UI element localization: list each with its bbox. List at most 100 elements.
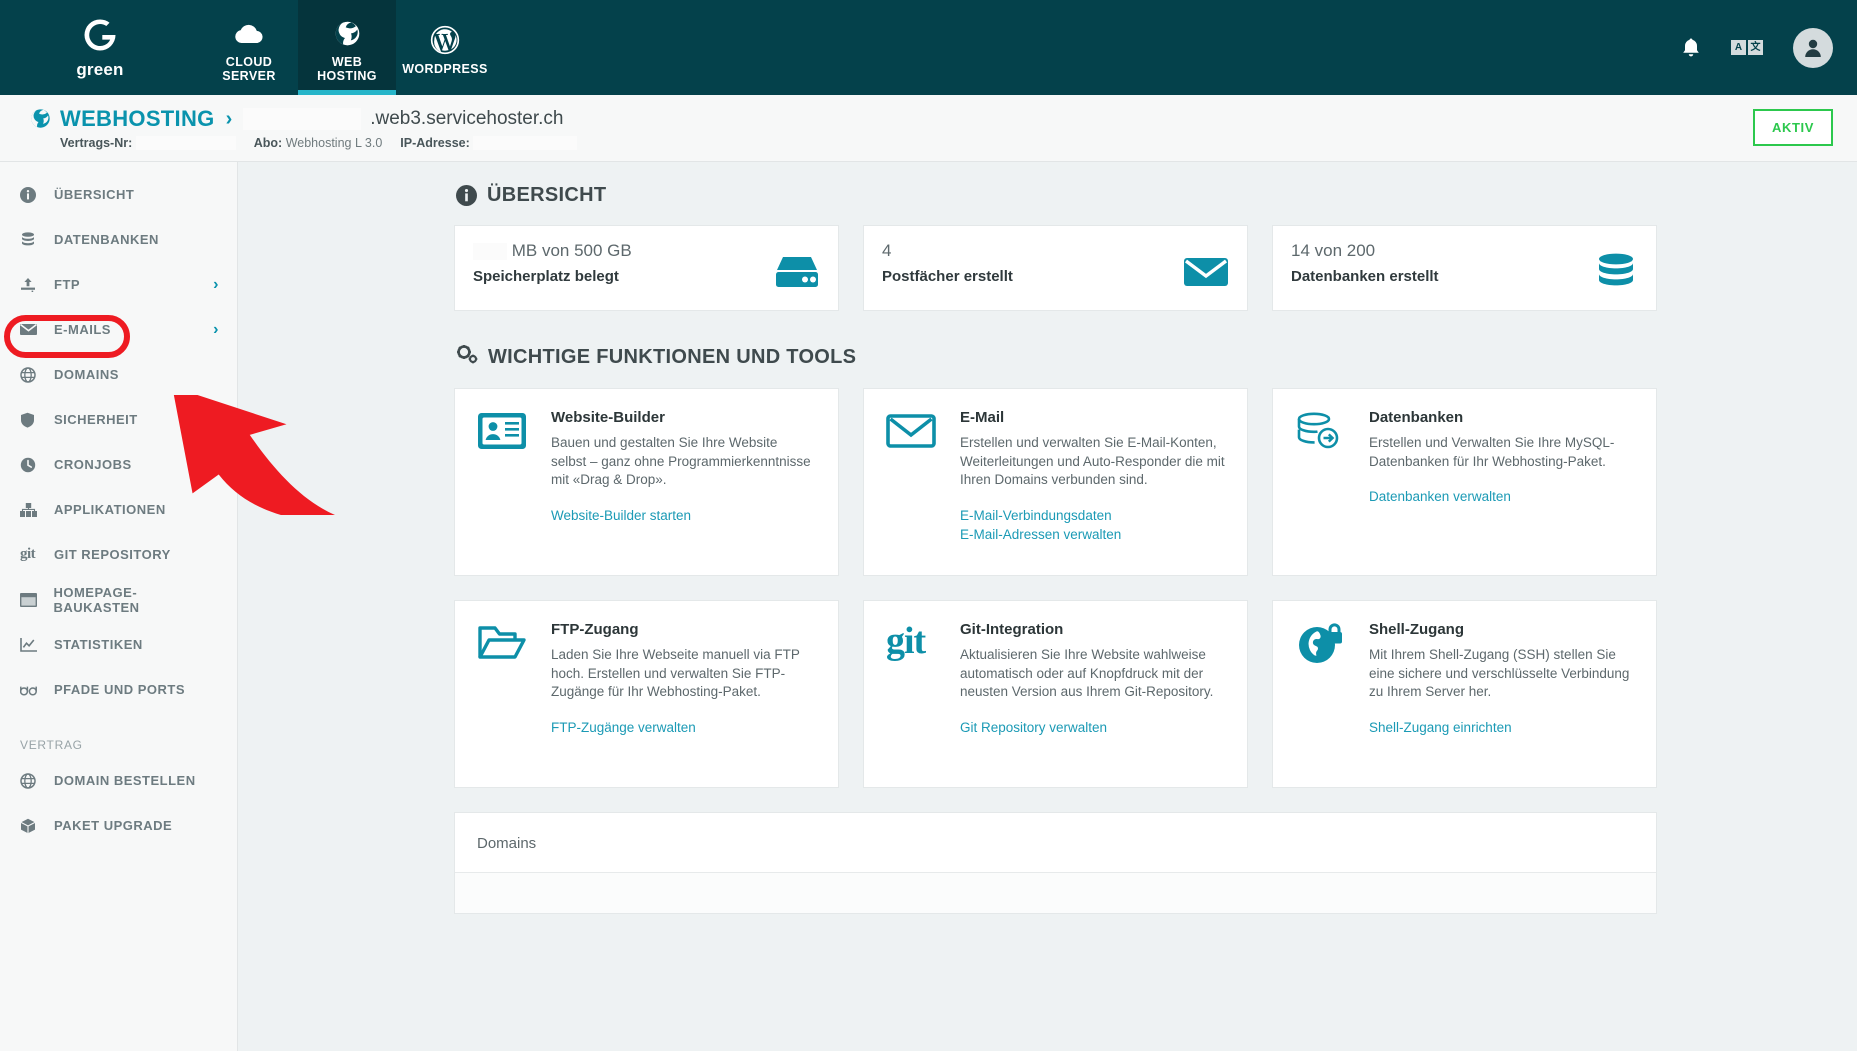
shield-icon xyxy=(20,412,42,428)
folder-open-icon xyxy=(477,621,533,769)
link-datenbanken-verwalten[interactable]: Datenbanken verwalten xyxy=(1369,487,1634,506)
redacted-ip-address xyxy=(473,136,577,150)
link-email-verbindungsdaten[interactable]: E-Mail-Verbindungsdaten xyxy=(960,506,1225,525)
main-content: ÜBERSICHT MB von 500 GB Speicherplatz be… xyxy=(238,162,1857,1051)
globe-icon xyxy=(20,367,42,383)
user-avatar-icon[interactable] xyxy=(1793,28,1833,68)
link-shell-zugang-einrichten[interactable]: Shell-Zugang einrichten xyxy=(1369,718,1634,737)
link-email-adressen-verwalten[interactable]: E-Mail-Adressen verwalten xyxy=(960,525,1225,544)
translate-icon-letter-cjk: 文 xyxy=(1748,40,1763,55)
tool-cards-row-2: FTP-Zugang Laden Sie Ihre Webseite manue… xyxy=(454,600,1657,788)
contract-header-bar: WEBHOSTING › .web3.servicehoster.ch Vert… xyxy=(0,95,1857,162)
nav-item-web-hosting-label: WEB HOSTING xyxy=(317,55,377,83)
apps-icon xyxy=(20,503,42,517)
stat-card-databases-label: Datenbanken erstellt xyxy=(1291,268,1638,285)
sidebar-item-datenbanken[interactable]: DATENBANKEN xyxy=(0,217,237,262)
tool-card-datenbanken-links: Datenbanken verwalten xyxy=(1369,487,1634,506)
stat-cards-row: MB von 500 GB Speicherplatz belegt xyxy=(454,225,1657,311)
info-circle-icon xyxy=(456,185,477,206)
database-arrow-icon xyxy=(1295,409,1351,557)
chevron-right-icon: › xyxy=(213,276,219,294)
overview-section-header: ÜBERSICHT xyxy=(456,184,1657,207)
sidebar: ÜBERSICHT DATENBANKEN FTP › xyxy=(0,162,238,1051)
sidebar-item-paket-upgrade[interactable]: PAKET UPGRADE xyxy=(0,803,237,848)
bell-icon[interactable] xyxy=(1681,37,1701,59)
page-body: ÜBERSICHT DATENBANKEN FTP › xyxy=(0,162,1857,1051)
tool-card-git-integration-links: Git Repository verwalten xyxy=(960,718,1225,737)
tool-card-website-builder-title: Website-Builder xyxy=(551,409,816,426)
sidebar-item-cronjobs-label: CRONJOBS xyxy=(54,457,132,472)
sidebar-item-applikationen[interactable]: APPLIKATIONEN xyxy=(0,487,237,532)
git-text-icon: git xyxy=(886,621,942,769)
tools-section-header: WICHTIGE FUNKTIONEN UND TOOLS xyxy=(456,345,1657,370)
nav-item-wordpress-label: WORDPRESS xyxy=(402,62,488,76)
tool-card-datenbanken-title: Datenbanken xyxy=(1369,409,1634,426)
abo-value: Webhosting L 3.0 xyxy=(286,136,383,150)
tool-card-datenbanken: Datenbanken Erstellen und Verwalten Sie … xyxy=(1272,388,1657,576)
stat-card-mailboxes: 4 Postfächer erstellt xyxy=(863,225,1248,311)
link-website-builder-starten[interactable]: Website-Builder starten xyxy=(551,506,816,525)
sidebar-group-vertrag: VERTRAG xyxy=(0,712,237,758)
sidebar-item-cronjobs[interactable]: CRONJOBS xyxy=(0,442,237,487)
envelope-icon xyxy=(1183,255,1229,294)
info-circle-icon xyxy=(20,187,42,203)
sidebar-item-git-repository-label: GIT REPOSITORY xyxy=(54,547,171,562)
brand-logo[interactable]: green xyxy=(0,0,200,95)
tools-section-title: WICHTIGE FUNKTIONEN UND TOOLS xyxy=(488,346,856,369)
upload-icon xyxy=(20,277,42,293)
overview-section-title: ÜBERSICHT xyxy=(487,184,606,207)
sidebar-item-uebersicht-label: ÜBERSICHT xyxy=(54,187,134,202)
abo: Abo: Webhosting L 3.0 xyxy=(254,136,383,150)
status-badge[interactable]: AKTIV xyxy=(1753,109,1833,146)
redacted-account-name xyxy=(243,108,361,130)
domains-panel-body xyxy=(455,873,1656,913)
sidebar-item-domain-bestellen[interactable]: DOMAIN BESTELLEN xyxy=(0,758,237,803)
translate-icon[interactable]: A 文 xyxy=(1731,40,1763,55)
sidebar-item-statistiken[interactable]: STATISTIKEN xyxy=(0,622,237,667)
abo-label: Abo: xyxy=(254,136,282,150)
sidebar-item-sicherheit[interactable]: SICHERHEIT xyxy=(0,397,237,442)
sidebar-item-homepage-baukasten-label: HOMEPAGE-BAUKASTEN xyxy=(53,585,219,615)
sidebar-item-pfade-und-ports[interactable]: PFADE UND PORTS xyxy=(0,667,237,712)
sidebar-item-uebersicht[interactable]: ÜBERSICHT xyxy=(0,172,237,217)
cloud-icon xyxy=(234,16,264,50)
top-nav-actions: A 文 xyxy=(1681,0,1857,95)
brand-name: green xyxy=(76,60,123,80)
envelope-icon xyxy=(886,409,942,557)
tool-card-email-title: E-Mail xyxy=(960,409,1225,426)
sidebar-item-paket-upgrade-label: PAKET UPGRADE xyxy=(54,818,172,833)
tool-card-ftp-zugang: FTP-Zugang Laden Sie Ihre Webseite manue… xyxy=(454,600,839,788)
page-title[interactable]: WEBHOSTING xyxy=(60,106,215,132)
tool-card-ftp-zugang-title: FTP-Zugang xyxy=(551,621,816,638)
nav-item-wordpress[interactable]: WORDPRESS xyxy=(396,0,494,95)
nav-item-web-hosting[interactable]: WEB HOSTING xyxy=(298,0,396,95)
box-icon xyxy=(20,818,42,834)
tool-card-ftp-zugang-links: FTP-Zugänge verwalten xyxy=(551,718,816,737)
tool-card-datenbanken-desc: Erstellen und Verwalten Sie Ihre MySQL-D… xyxy=(1369,434,1634,471)
sidebar-item-homepage-baukasten[interactable]: HOMEPAGE-BAUKASTEN xyxy=(0,577,237,622)
sidebar-item-ftp[interactable]: FTP › xyxy=(0,262,237,307)
sidebar-item-statistiken-label: STATISTIKEN xyxy=(54,637,143,652)
contract-domain: .web3.servicehoster.ch xyxy=(370,108,563,130)
contract-info: WEBHOSTING › .web3.servicehoster.ch Vert… xyxy=(24,106,577,151)
stat-card-storage-value: MB von 500 GB xyxy=(473,240,820,262)
ip-address: IP-Adresse: xyxy=(400,136,577,151)
sidebar-item-git-repository[interactable]: git GIT REPOSITORY xyxy=(0,532,237,577)
sidebar-item-ftp-label: FTP xyxy=(54,277,80,292)
nav-item-cloud-server[interactable]: CLOUD SERVER xyxy=(200,0,298,95)
domains-panel-title: Domains xyxy=(455,813,1656,873)
contract-number: Vertrags-Nr: xyxy=(60,136,236,151)
sidebar-item-emails[interactable]: E-MAILS › xyxy=(0,307,237,352)
link-git-repository-verwalten[interactable]: Git Repository verwalten xyxy=(960,718,1225,737)
sidebar-item-emails-label: E-MAILS xyxy=(54,322,111,337)
sidebar-item-domains[interactable]: DOMAINS xyxy=(0,352,237,397)
tool-card-shell-zugang-links: Shell-Zugang einrichten xyxy=(1369,718,1634,737)
database-icon xyxy=(1594,253,1638,294)
clock-icon xyxy=(20,457,42,473)
tool-card-email-links: E-Mail-Verbindungsdaten E-Mail-Adressen … xyxy=(960,506,1225,544)
redacted-contract-number xyxy=(136,136,236,150)
tool-card-email: E-Mail Erstellen und verwalten Sie E-Mai… xyxy=(863,388,1248,576)
tool-card-git-integration-desc: Aktualisieren Sie Ihre Website wahlweise… xyxy=(960,646,1225,702)
link-ftp-zugaenge-verwalten[interactable]: FTP-Zugänge verwalten xyxy=(551,718,816,737)
sidebar-item-datenbanken-label: DATENBANKEN xyxy=(54,232,159,247)
